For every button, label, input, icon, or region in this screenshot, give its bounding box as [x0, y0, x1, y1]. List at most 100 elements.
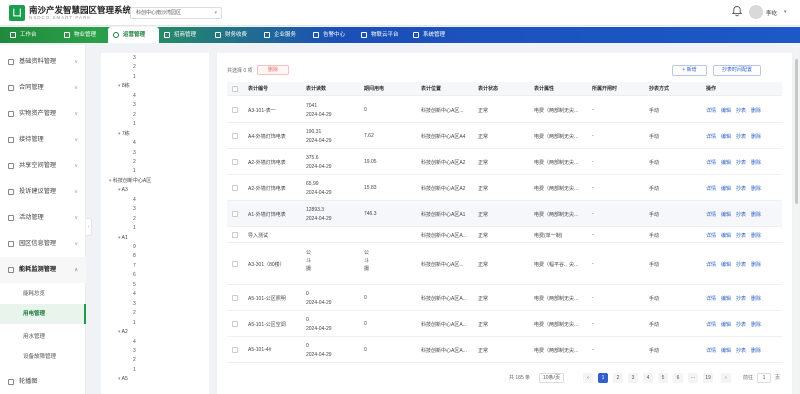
next-page-button[interactable]: › [721, 373, 731, 383]
delete-link[interactable]: 删除 [751, 261, 761, 268]
tree-node[interactable]: 8 [133, 252, 136, 260]
detail-link[interactable]: 详情 [706, 211, 716, 218]
scrollbar-thumb[interactable] [795, 59, 798, 204]
avatar[interactable] [749, 5, 763, 19]
nav-item-finance[interactable]: 财务收费 [215, 27, 247, 43]
tree-node[interactable]: 4 [133, 92, 136, 100]
tree-node[interactable]: 4 [133, 139, 136, 147]
read-meter-link[interactable]: 抄表 [736, 107, 746, 114]
tree-node-parent[interactable]: ▾ A3 [118, 186, 128, 194]
delete-link[interactable]: 删除 [751, 211, 761, 218]
edit-link[interactable]: 编辑 [721, 159, 731, 166]
page-5[interactable]: 5 [658, 373, 668, 383]
page-1[interactable]: 1 [598, 373, 608, 383]
row-checkbox[interactable] [232, 321, 238, 327]
delete-link[interactable]: 删除 [751, 295, 761, 302]
tree-node[interactable]: 3 [133, 205, 136, 213]
sidebar-item-basic-data[interactable]: 基础资料管理 ∨ [0, 49, 86, 75]
sidebar-collapse-handle[interactable]: ‹ [86, 218, 92, 236]
table-row[interactable]: A2-外墙灯饰电表 65.99 2024-04-29 15.83 科技创新中心A区A2 正… [227, 175, 782, 201]
row-checkbox[interactable] [232, 347, 238, 353]
detail-link[interactable]: 详情 [706, 107, 716, 114]
page-ellipsis[interactable]: ··· [688, 373, 698, 383]
table-row[interactable]: A1-外墙灯饰电表 12893.3 2024-04-29 746.3 科技创新中心A区A… [227, 201, 782, 227]
table-row[interactable]: 导入测试 科技创新中心A区A... 正常 电费(单一制) - 手动 详情 编辑 抄表 删除 [227, 227, 782, 243]
nav-item-property[interactable]: 物业管理 [64, 27, 96, 43]
row-checkbox[interactable] [232, 211, 238, 217]
row-checkbox[interactable] [232, 261, 238, 267]
page-3[interactable]: 3 [628, 373, 638, 383]
page-4[interactable]: 4 [643, 373, 653, 383]
row-checkbox[interactable] [232, 107, 238, 113]
bell-icon[interactable] [731, 5, 743, 17]
sidebar-item-assets[interactable]: 实物资产管理 ∨ [0, 101, 86, 127]
delete-button[interactable]: 删除 [257, 65, 289, 75]
prev-page-button[interactable]: ‹ [583, 373, 593, 383]
detail-link[interactable]: 详情 [706, 321, 716, 328]
sidebar-item-park-info[interactable]: 园区信息管理 ∨ [0, 231, 86, 257]
tree-node[interactable]: 9 [133, 243, 136, 251]
detail-link[interactable]: 详情 [706, 232, 716, 239]
user-name[interactable]: 李屹 [766, 9, 777, 17]
tree-node[interactable]: 1 [133, 319, 136, 327]
row-checkbox[interactable] [232, 232, 238, 238]
tree-node[interactable]: 2 [133, 356, 136, 364]
sidebar-subitem-electricity[interactable]: 用电管理 [0, 304, 86, 324]
nav-item-workbench[interactable]: 工作台 [10, 27, 37, 43]
tree-node[interactable]: 2 [133, 215, 136, 223]
tree-node[interactable]: 2 [133, 309, 136, 317]
tree-node[interactable]: 1 [133, 120, 136, 128]
delete-link[interactable]: 删除 [751, 321, 761, 328]
tree-node[interactable]: 6 [133, 271, 136, 279]
tree-node[interactable]: 2 [133, 158, 136, 166]
table-row[interactable]: A3-301（80楼） 公 斗 摄 公 斗 摄科技创新中心A区... 正常 电费（幅平谷… [227, 243, 782, 285]
detail-link[interactable]: 详情 [706, 159, 716, 166]
tree-node[interactable]: 3 [133, 54, 136, 62]
edit-link[interactable]: 编辑 [721, 232, 731, 239]
edit-link[interactable]: 编辑 [721, 261, 731, 268]
page-2[interactable]: 2 [613, 373, 623, 383]
tree-node-parent[interactable]: ▾ 科技创新中心A区 [109, 177, 151, 185]
read-meter-link[interactable]: 抄表 [736, 295, 746, 302]
edit-link[interactable]: 编辑 [721, 107, 731, 114]
sidebar-item-reception[interactable]: 接待管理 ∨ [0, 127, 86, 153]
detail-link[interactable]: 详情 [706, 295, 716, 302]
sidebar-subitem-equipment-fault[interactable]: 设备故障管理 [0, 347, 86, 367]
delete-link[interactable]: 删除 [751, 107, 761, 114]
select-all-checkbox[interactable] [232, 86, 238, 92]
read-meter-link[interactable]: 抄表 [736, 261, 746, 268]
detail-link[interactable]: 详情 [706, 261, 716, 268]
edit-link[interactable]: 编辑 [721, 133, 731, 140]
read-meter-link[interactable]: 抄表 [736, 321, 746, 328]
sidebar-item-carousel[interactable]: 轮播图 [0, 369, 86, 394]
detail-link[interactable]: 详情 [706, 347, 716, 354]
read-meter-link[interactable]: 抄表 [736, 133, 746, 140]
detail-link[interactable]: 详情 [706, 133, 716, 140]
edit-link[interactable]: 编辑 [721, 185, 731, 192]
delete-link[interactable]: 删除 [751, 185, 761, 192]
sidebar-subitem-energy-overview[interactable]: 能耗总览 [0, 284, 86, 304]
table-row[interactable]: A5-101-公区照明 0 2024-04-29 0 科技创新中心A区A... 正常 电费（… [227, 285, 782, 311]
tree-node[interactable]: 4 [133, 290, 136, 298]
read-meter-link[interactable]: 抄表 [736, 185, 746, 192]
park-select[interactable]: 科创中心南沙湾园区 ▾ [130, 7, 222, 19]
nav-item-alarm-center[interactable]: 告警中心 [313, 27, 345, 43]
table-row[interactable]: A5-101-4# 0 2024-04-29 0 科技创新中心A区A... 正常 电费（两部… [227, 337, 782, 363]
row-checkbox[interactable] [232, 133, 238, 139]
tree-node[interactable]: 1 [133, 73, 136, 81]
reading-time-config-button[interactable]: 抄表时间配置 [713, 65, 761, 76]
page-scrollbar[interactable] [794, 45, 799, 394]
tree-node-parent[interactable]: ▾ A2 [118, 328, 128, 336]
nav-item-investment[interactable]: 招商管理 [164, 27, 196, 43]
read-meter-link[interactable]: 抄表 [736, 211, 746, 218]
read-meter-link[interactable]: 抄表 [736, 347, 746, 354]
page-6[interactable]: 6 [673, 373, 683, 383]
add-button[interactable]: + 新增 [672, 65, 707, 76]
nav-item-iot-platform[interactable]: 物联云平台 [361, 27, 399, 43]
tree-node-parent[interactable]: ▾ A5 [118, 375, 128, 383]
tree-node[interactable]: 3 [133, 347, 136, 355]
sidebar-item-energy[interactable]: 能耗监测管理 ∧ [0, 257, 86, 283]
tree-node[interactable]: 1 [133, 366, 136, 374]
row-checkbox[interactable] [232, 295, 238, 301]
tree-node-parent[interactable]: ▾ A1 [118, 234, 128, 242]
